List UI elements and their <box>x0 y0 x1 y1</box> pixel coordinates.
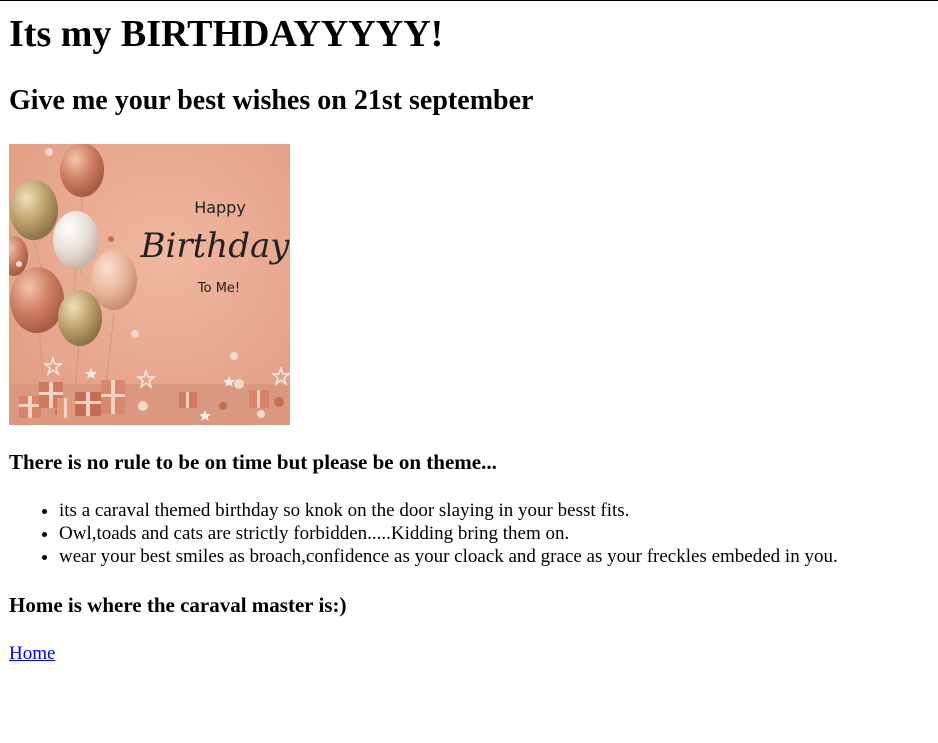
page-title: Its my BIRTHDAYYYYY! <box>9 13 444 55</box>
list-item: its a caraval themed birthday so knok on… <box>59 499 838 522</box>
banner-birthday-text: Birthday <box>140 226 290 266</box>
top-border <box>0 0 938 1</box>
banner-tome-text: To Me! <box>197 281 240 296</box>
birthday-banner-image: Happy Birthday To Me! <box>9 144 290 425</box>
banner-happy-text: Happy <box>194 198 246 217</box>
home-link[interactable]: Home <box>9 642 55 665</box>
list-item: Owl,toads and cats are strictly forbidde… <box>59 522 838 545</box>
theme-rules-list: its a caraval themed birthday so knok on… <box>9 499 838 568</box>
list-item: wear your best smiles as broach,confiden… <box>59 545 838 568</box>
home-heading: Home is where the caraval master is:) <box>9 593 347 617</box>
page-subtitle: Give me your best wishes on 21st septemb… <box>9 85 534 116</box>
theme-heading: There is no rule to be on time but pleas… <box>9 450 497 474</box>
